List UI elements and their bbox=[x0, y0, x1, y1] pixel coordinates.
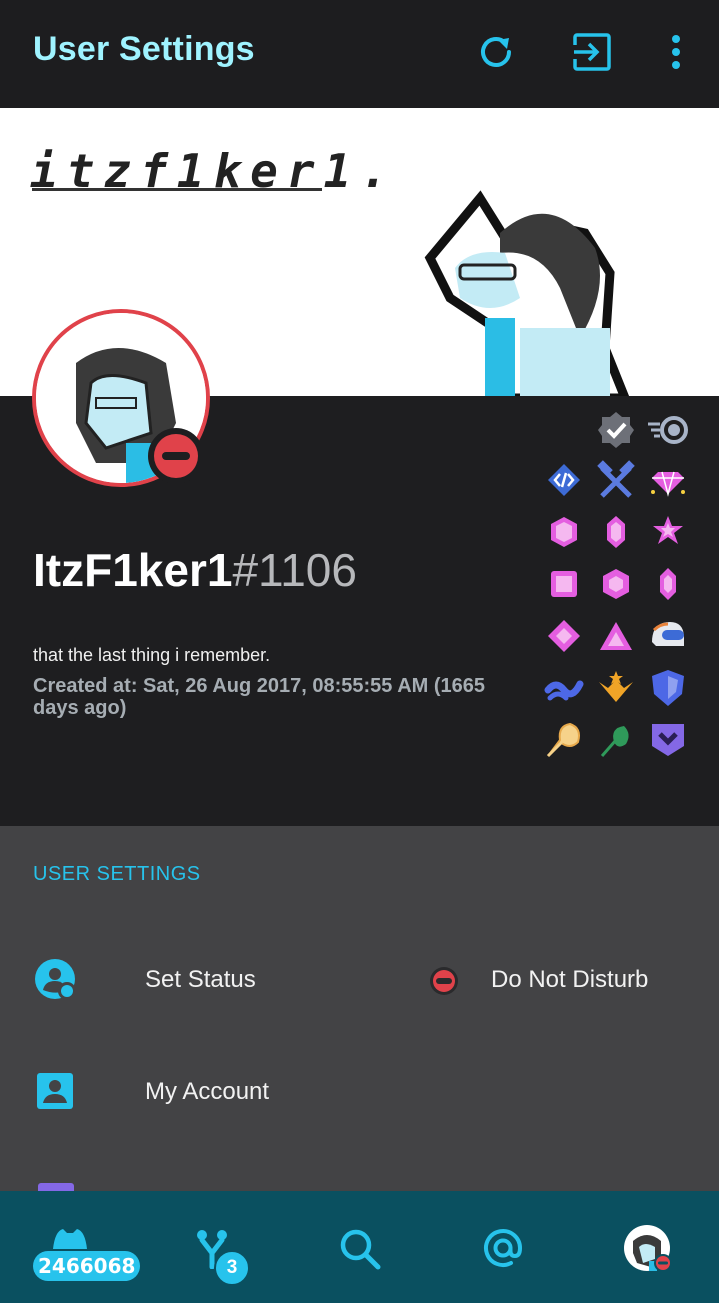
boost-5-badge-icon bbox=[648, 564, 688, 604]
about-me-text: that the last thing i remember. bbox=[33, 645, 271, 665]
logout-icon[interactable] bbox=[570, 30, 614, 74]
guilds-icon bbox=[53, 1229, 87, 1249]
status-user-icon bbox=[35, 959, 77, 1001]
username-discriminator: #1106 bbox=[232, 544, 357, 596]
hypesquad-balance-badge-icon bbox=[544, 668, 584, 708]
badges-grid bbox=[540, 405, 696, 765]
shield-badge-icon bbox=[648, 668, 688, 708]
server-count-badge: 2466068 bbox=[33, 1251, 141, 1281]
username: ItzF1ker1#1106 bbox=[33, 543, 357, 597]
current-status-value: Do Not Disturb bbox=[491, 966, 649, 993]
my-account-row[interactable]: My Account bbox=[0, 1042, 719, 1142]
hammer-badge-icon bbox=[596, 460, 636, 500]
nav-profile[interactable] bbox=[610, 1191, 690, 1303]
boost-2-badge-icon bbox=[596, 512, 636, 552]
bug-hunter-badge-icon bbox=[544, 720, 584, 760]
nav-mentions[interactable] bbox=[465, 1191, 545, 1303]
search-icon bbox=[340, 1229, 381, 1270]
more-vert-icon[interactable] bbox=[654, 30, 698, 74]
dev-badge-icon bbox=[544, 460, 584, 500]
dnd-status-icon bbox=[148, 428, 204, 484]
app-bar: User Settings bbox=[0, 0, 719, 108]
dnd-status-indicator-icon bbox=[429, 966, 459, 996]
nav-guilds[interactable]: 2466068 bbox=[20, 1191, 150, 1303]
boost-3-badge-icon bbox=[544, 564, 584, 604]
leaf-badge-icon bbox=[596, 720, 636, 760]
pony-illustration bbox=[424, 190, 630, 396]
set-status-label: Set Status bbox=[145, 966, 256, 993]
gem-badge-icon bbox=[648, 460, 688, 500]
profile-avatar-icon bbox=[624, 1225, 672, 1272]
bottom-navigation: 2466068 3 bbox=[0, 1191, 719, 1303]
chevron-badge-icon bbox=[648, 720, 688, 760]
nav-friends[interactable]: 3 bbox=[180, 1191, 270, 1303]
boost-7-badge-icon bbox=[596, 616, 636, 656]
refresh-icon[interactable] bbox=[474, 30, 518, 74]
mentions-icon bbox=[484, 1229, 523, 1267]
hypesquad-bravery-badge-icon bbox=[596, 668, 636, 708]
page-title: User Settings bbox=[33, 30, 255, 68]
verified-badge-icon bbox=[596, 410, 636, 450]
username-name: ItzF1ker1 bbox=[33, 544, 233, 596]
boost-1-badge-icon bbox=[544, 512, 584, 552]
boost-6-badge-icon bbox=[544, 616, 584, 656]
created-at-text: Created at: Sat, 26 Aug 2017, 08:55:55 A… bbox=[33, 675, 486, 719]
helmet-badge-icon bbox=[648, 616, 688, 656]
banner-underline bbox=[32, 188, 322, 191]
partial-row-icon bbox=[38, 1183, 74, 1191]
friends-count-badge: 3 bbox=[214, 1250, 250, 1286]
nav-search[interactable] bbox=[320, 1191, 400, 1303]
set-status-row[interactable]: Set Status Do Not Disturb bbox=[0, 930, 719, 1030]
settings-panel: USER SETTINGS Set Status Do Not Disturb bbox=[0, 826, 719, 1191]
settings-section-header: USER SETTINGS bbox=[33, 863, 201, 885]
my-account-label: My Account bbox=[145, 1078, 270, 1105]
nitro-badge-icon bbox=[646, 410, 688, 450]
boost-4-badge-icon bbox=[596, 564, 636, 604]
boost-star-badge-icon bbox=[648, 512, 688, 552]
account-icon bbox=[35, 1071, 77, 1113]
